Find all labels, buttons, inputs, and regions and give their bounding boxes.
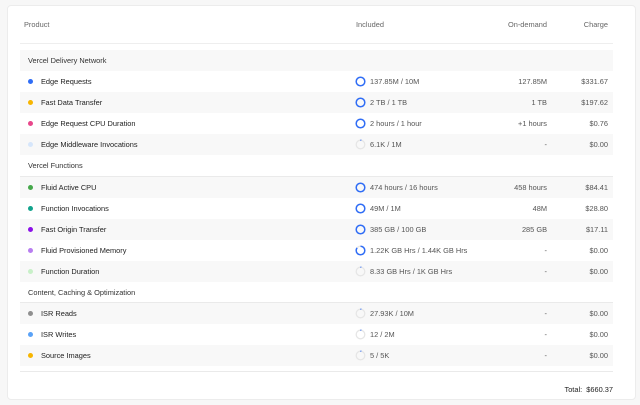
- column-on-demand: On-demand: [508, 20, 547, 29]
- product-color-dot: [28, 79, 33, 84]
- included-usage: 8.33 GB Hrs / 1K GB Hrs: [370, 267, 452, 276]
- on-demand-usage: -: [545, 351, 547, 360]
- on-demand-usage: 127.85M: [518, 77, 547, 86]
- table-row[interactable]: Fluid Provisioned Memory 1.22K GB Hrs / …: [20, 240, 613, 261]
- product-name: Fast Data Transfer: [41, 98, 102, 107]
- included-usage: 2 TB / 1 TB: [370, 98, 407, 107]
- product-color-dot: [28, 100, 33, 105]
- on-demand-usage: 458 hours: [514, 183, 547, 192]
- usage-table: Product Included On-demand Charge Vercel…: [20, 6, 613, 366]
- on-demand-usage: +1 hours: [518, 119, 547, 128]
- on-demand-usage: -: [545, 330, 547, 339]
- total-charge: Total: $660.37: [565, 385, 614, 394]
- charge-amount: $0.00: [590, 246, 609, 255]
- section-header: Content, Caching & Optimization: [20, 282, 613, 303]
- column-included: Included: [356, 20, 384, 29]
- table-row[interactable]: Fluid Active CPU 474 hours / 16 hours 45…: [20, 177, 613, 198]
- product-color-dot: [28, 121, 33, 126]
- table-row[interactable]: Fast Origin Transfer 385 GB / 100 GB 285…: [20, 219, 613, 240]
- product-color-dot: [28, 206, 33, 211]
- product-color-dot: [28, 332, 33, 337]
- product-name: ISR Reads: [41, 309, 77, 318]
- usage-ring-icon: [355, 329, 366, 340]
- product-name: Fluid Provisioned Memory: [41, 246, 126, 255]
- charge-amount: $28.80: [585, 204, 608, 213]
- usage-ring-icon: [355, 245, 366, 256]
- table-row[interactable]: ISR Reads 27.93K / 10M - $0.00: [20, 303, 613, 324]
- product-name: Fast Origin Transfer: [41, 225, 106, 234]
- charge-amount: $0.00: [590, 140, 609, 149]
- section-label: Vercel Functions: [28, 161, 83, 170]
- product-color-dot: [28, 269, 33, 274]
- table-header: Product Included On-demand Charge: [20, 6, 613, 44]
- product-name: Edge Requests: [41, 77, 92, 86]
- table-row[interactable]: Function Duration 8.33 GB Hrs / 1K GB Hr…: [20, 261, 613, 282]
- table-row[interactable]: Function Invocations 49M / 1M 48M $28.80: [20, 198, 613, 219]
- product-name: Fluid Active CPU: [41, 183, 96, 192]
- on-demand-usage: 285 GB: [522, 225, 547, 234]
- usage-ring-icon: [355, 203, 366, 214]
- table-row[interactable]: Source Images 5 / 5K - $0.00: [20, 345, 613, 366]
- charge-amount: $0.00: [590, 351, 609, 360]
- usage-card: Product Included On-demand Charge Vercel…: [7, 5, 636, 400]
- charge-amount: $331.67: [581, 77, 608, 86]
- on-demand-usage: -: [545, 267, 547, 276]
- usage-ring-icon: [355, 76, 366, 87]
- included-usage: 474 hours / 16 hours: [370, 183, 438, 192]
- usage-ring-icon: [355, 139, 366, 150]
- on-demand-usage: -: [545, 140, 547, 149]
- table-row[interactable]: Edge Request CPU Duration 2 hours / 1 ho…: [20, 113, 613, 134]
- product-color-dot: [28, 227, 33, 232]
- product-color-dot: [28, 248, 33, 253]
- charge-amount: $0.76: [590, 119, 609, 128]
- product-color-dot: [28, 142, 33, 147]
- usage-ring-icon: [355, 97, 366, 108]
- section-header: Vercel Delivery Network: [20, 50, 613, 71]
- included-usage: 12 / 2M: [370, 330, 395, 339]
- on-demand-usage: 48M: [533, 204, 547, 213]
- on-demand-usage: -: [545, 246, 547, 255]
- section-label: Vercel Delivery Network: [28, 56, 106, 65]
- table-row[interactable]: Fast Data Transfer 2 TB / 1 TB 1 TB $197…: [20, 92, 613, 113]
- included-usage: 6.1K / 1M: [370, 140, 402, 149]
- table-row[interactable]: ISR Writes 12 / 2M - $0.00: [20, 324, 613, 345]
- included-usage: 27.93K / 10M: [370, 309, 414, 318]
- usage-ring-icon: [355, 118, 366, 129]
- charge-amount: $0.00: [590, 309, 609, 318]
- table-row[interactable]: Edge Middleware Invocations 6.1K / 1M - …: [20, 134, 613, 155]
- usage-ring-icon: [355, 350, 366, 361]
- section-label: Content, Caching & Optimization: [28, 288, 135, 297]
- product-color-dot: [28, 185, 33, 190]
- included-usage: 137.85M / 10M: [370, 77, 419, 86]
- product-name: Edge Request CPU Duration: [41, 119, 136, 128]
- product-name: Function Duration: [41, 267, 99, 276]
- charge-amount: $84.41: [585, 183, 608, 192]
- product-name: Function Invocations: [41, 204, 109, 213]
- charge-amount: $17.11: [586, 225, 608, 234]
- usage-ring-icon: [355, 266, 366, 277]
- usage-ring-icon: [355, 308, 366, 319]
- included-usage: 49M / 1M: [370, 204, 401, 213]
- product-name: ISR Writes: [41, 330, 76, 339]
- included-usage: 5 / 5K: [370, 351, 389, 360]
- included-usage: 1.22K GB Hrs / 1.44K GB Hrs: [370, 246, 467, 255]
- column-product: Product: [24, 20, 49, 29]
- charge-amount: $0.00: [590, 267, 609, 276]
- usage-ring-icon: [355, 224, 366, 235]
- on-demand-usage: -: [545, 309, 547, 318]
- usage-ring-icon: [355, 182, 366, 193]
- on-demand-usage: 1 TB: [532, 98, 547, 107]
- product-color-dot: [28, 311, 33, 316]
- table-row[interactable]: Edge Requests 137.85M / 10M 127.85M $331…: [20, 71, 613, 92]
- charge-amount: $197.62: [581, 98, 608, 107]
- section-header: Vercel Functions: [20, 155, 613, 176]
- included-usage: 2 hours / 1 hour: [370, 119, 422, 128]
- product-name: Source Images: [41, 351, 91, 360]
- product-color-dot: [28, 353, 33, 358]
- charge-amount: $0.00: [590, 330, 609, 339]
- table-footer: Total: $660.37: [20, 371, 613, 401]
- product-name: Edge Middleware Invocations: [41, 140, 138, 149]
- included-usage: 385 GB / 100 GB: [370, 225, 426, 234]
- column-charge: Charge: [584, 20, 608, 29]
